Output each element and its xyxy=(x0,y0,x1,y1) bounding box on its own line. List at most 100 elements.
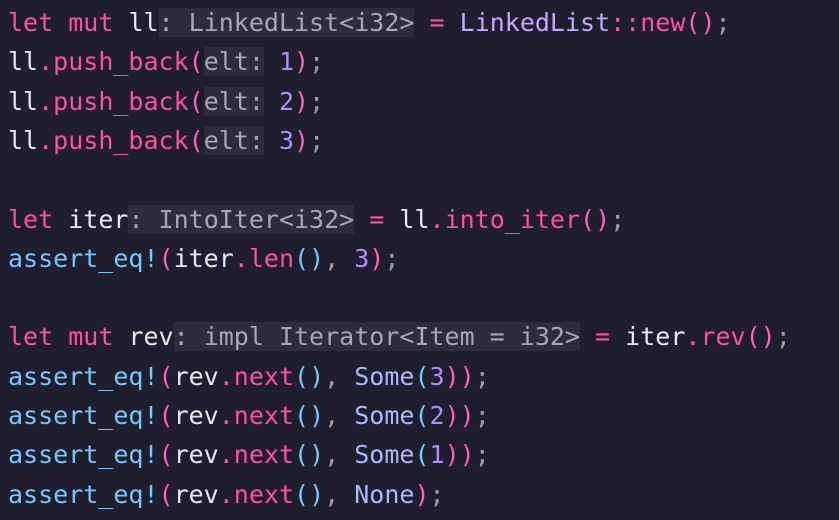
code-token: len xyxy=(248,243,295,273)
code-token: next xyxy=(233,479,295,509)
code-token: ( xyxy=(158,479,174,509)
code-token: None xyxy=(354,479,415,509)
code-token: ( xyxy=(188,47,204,77)
code-token: . xyxy=(685,322,701,352)
code-token: ( xyxy=(188,86,204,116)
code-token: assert_eq! xyxy=(8,401,159,430)
code-token: into_iter xyxy=(444,204,581,234)
code-token: let xyxy=(8,8,54,37)
code-token: ll xyxy=(8,47,39,77)
code-token: ; xyxy=(775,322,791,352)
code-token: iter xyxy=(625,322,686,352)
code-token: , xyxy=(324,361,355,391)
code-token: )) xyxy=(444,440,475,470)
code-token: () xyxy=(294,361,325,391)
code-line[interactable]: let mut rev: impl Iterator<Item = i32> =… xyxy=(8,317,791,356)
code-line[interactable]: ll.push_back(elt: 3); xyxy=(8,121,324,160)
code-token: Some xyxy=(354,401,415,430)
code-token: ; xyxy=(309,125,325,155)
code-line[interactable]: let iter: IntoIter<i32> = ll.into_iter()… xyxy=(8,200,625,239)
code-token: rev xyxy=(128,322,174,352)
code-token: ( xyxy=(414,401,430,430)
code-token: . xyxy=(218,361,234,391)
code-token: . xyxy=(38,86,54,116)
code-token: , xyxy=(324,401,355,430)
code-line[interactable]: assert_eq!(rev.next(), None); xyxy=(8,475,445,514)
code-token: ll xyxy=(8,125,39,155)
code-line[interactable]: assert_eq!(rev.next(), Some(2)); xyxy=(8,396,490,435)
code-token: ; xyxy=(474,401,490,430)
code-token: () xyxy=(685,8,716,37)
code-token: )) xyxy=(444,361,475,391)
code-token: :: xyxy=(610,8,641,37)
code-token: let xyxy=(8,204,54,234)
code-token: 2 xyxy=(278,86,295,116)
code-token: ; xyxy=(610,204,626,234)
code-token: ) xyxy=(414,479,430,509)
code-line[interactable]: ll.push_back(elt: 2); xyxy=(8,82,324,121)
code-token: next xyxy=(233,440,295,470)
code-token: ; xyxy=(715,8,731,37)
code-token: = xyxy=(369,204,385,234)
code-token: assert_eq! xyxy=(8,361,159,391)
code-token: ( xyxy=(188,125,204,155)
inlay-type-hint: elt: xyxy=(203,47,264,77)
code-token: () xyxy=(294,479,325,509)
code-token: . xyxy=(218,401,234,430)
inlay-type-hint: : LinkedList<i32> xyxy=(158,8,415,37)
code-token: 3 xyxy=(429,361,445,391)
code-token: . xyxy=(218,440,234,470)
code-token: rev xyxy=(700,322,746,352)
code-token: Some xyxy=(354,440,415,470)
code-token: ; xyxy=(474,440,490,470)
code-token: ) xyxy=(369,243,385,273)
code-line[interactable]: ll.push_back(elt: 1); xyxy=(8,42,324,81)
code-token: iter xyxy=(173,243,234,273)
code-line[interactable]: assert_eq!(iter.len(), 3); xyxy=(8,239,399,278)
code-token: ) xyxy=(294,47,310,77)
code-token: push_back xyxy=(53,86,189,116)
code-token: ( xyxy=(158,243,174,273)
code-token: = xyxy=(595,322,611,352)
code-token: new xyxy=(640,8,686,37)
code-editor[interactable]: let mut ll: LinkedList<i32> = LinkedList… xyxy=(0,3,839,520)
code-token: ll xyxy=(8,86,39,116)
code-token: assert_eq! xyxy=(8,479,159,509)
code-token: 1 xyxy=(278,47,295,77)
code-token: ( xyxy=(414,361,430,391)
code-token: 3 xyxy=(278,125,295,155)
code-token: 3 xyxy=(354,243,370,273)
code-token: rev xyxy=(173,440,219,470)
code-token: Some xyxy=(354,361,415,391)
code-token: ; xyxy=(474,361,490,391)
code-line[interactable]: let mut ll: LinkedList<i32> = LinkedList… xyxy=(8,3,731,42)
code-token: , xyxy=(324,243,355,273)
code-token: mut xyxy=(68,322,114,352)
code-token: () xyxy=(580,204,611,234)
code-token: , xyxy=(324,479,355,509)
code-token: ; xyxy=(384,243,400,273)
code-token: push_back xyxy=(53,47,189,77)
code-token: . xyxy=(233,243,249,273)
code-token: next xyxy=(233,401,295,430)
code-token: assert_eq! xyxy=(8,243,159,273)
code-line[interactable]: assert_eq!(rev.next(), Some(3)); xyxy=(8,357,490,396)
code-line[interactable]: assert_eq!(rev.next(), Some(1)); xyxy=(8,435,490,474)
code-token: push_back xyxy=(53,125,189,155)
code-token: ( xyxy=(158,401,174,430)
code-token: mut xyxy=(68,8,114,37)
code-token: ; xyxy=(429,479,445,509)
code-token: . xyxy=(38,125,54,155)
code-token: rev xyxy=(173,401,219,430)
code-token: () xyxy=(745,322,776,352)
code-token: ) xyxy=(294,125,310,155)
